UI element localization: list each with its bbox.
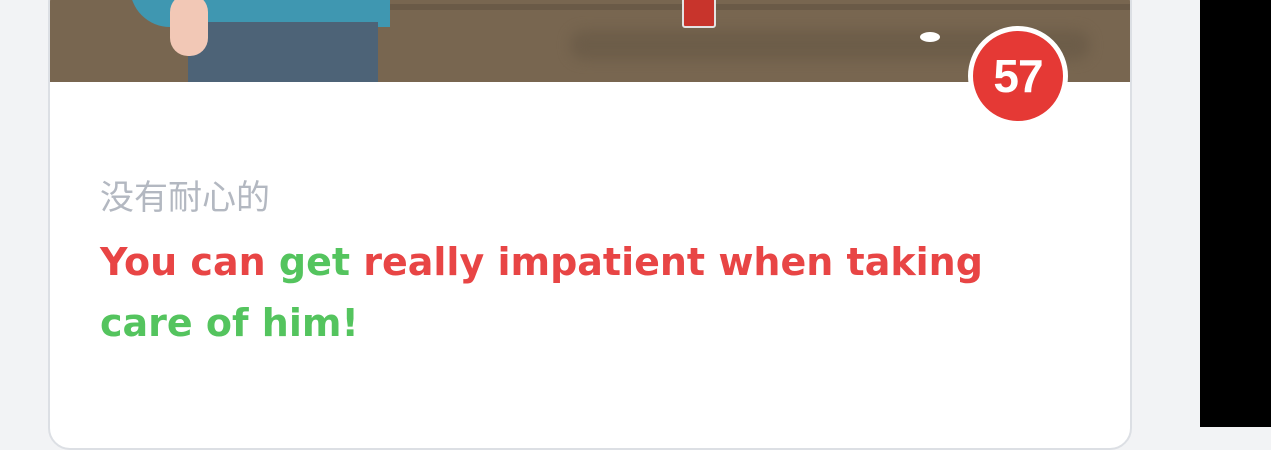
score-badge: 57 (968, 26, 1068, 126)
sentence-part: You can (100, 240, 279, 284)
sentence-part-highlight: care of him! (100, 301, 359, 345)
sentence-part: really impatient when taking (350, 240, 983, 284)
shelf-line (350, 4, 1130, 10)
word-card: 57 没有耐心的 You can get really impatient wh… (48, 0, 1132, 450)
sentence-part-highlight: get (278, 240, 351, 284)
drop-icon (920, 32, 940, 42)
person-hand (170, 0, 208, 56)
right-edge-panel (1200, 0, 1271, 427)
person-pants (188, 22, 378, 82)
example-sentence: You can get really impatient when taking… (100, 232, 1060, 354)
soda-can-icon (682, 0, 716, 28)
chinese-word: 没有耐心的 (100, 178, 270, 218)
